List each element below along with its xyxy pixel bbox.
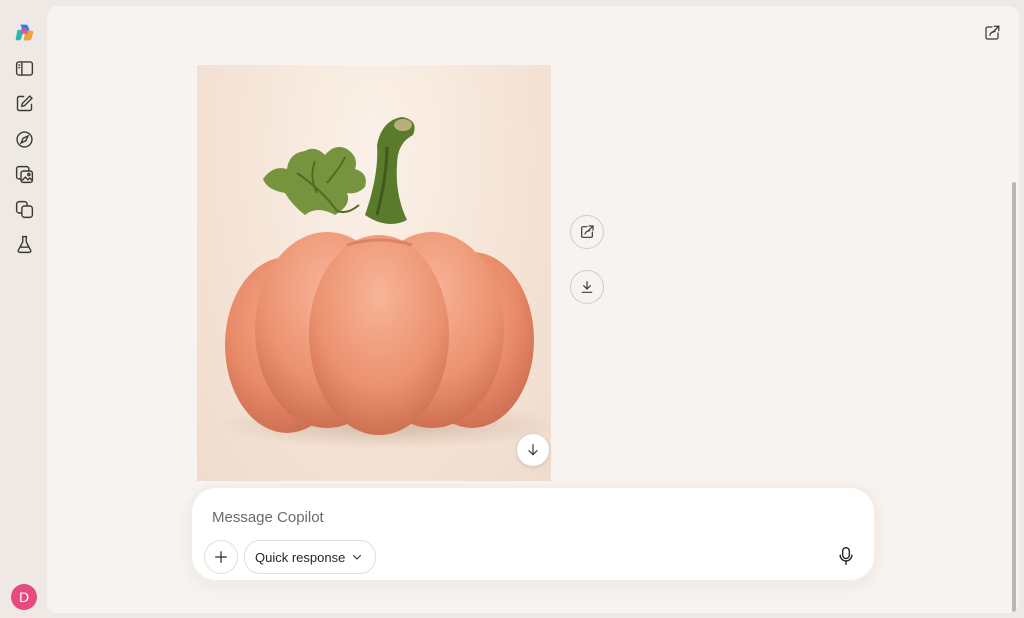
labs-icon[interactable] bbox=[9, 229, 39, 259]
images-icon[interactable] bbox=[9, 159, 39, 189]
chevron-down-icon bbox=[353, 555, 362, 560]
scrollbar[interactable] bbox=[1012, 182, 1016, 612]
scroll-to-bottom-button[interactable] bbox=[517, 434, 549, 466]
image-download-button[interactable] bbox=[570, 270, 604, 304]
download-icon bbox=[581, 281, 593, 293]
pumpkin-image bbox=[217, 117, 551, 449]
plus-icon bbox=[215, 551, 227, 563]
share-icon[interactable] bbox=[979, 20, 1005, 46]
response-mode-dropdown[interactable]: Quick response bbox=[244, 540, 377, 574]
add-attachment-button[interactable] bbox=[204, 540, 238, 574]
arrow-down-icon bbox=[528, 444, 538, 456]
avatar[interactable]: D bbox=[11, 584, 37, 610]
main-panel: Quick response bbox=[47, 6, 1019, 613]
microphone-icon bbox=[839, 546, 853, 566]
share-icon bbox=[581, 225, 594, 238]
copilot-logo-icon[interactable] bbox=[9, 17, 39, 47]
message-input[interactable] bbox=[210, 504, 814, 530]
new-chat-icon[interactable] bbox=[9, 88, 39, 118]
sidebar-toggle-icon[interactable] bbox=[9, 53, 39, 83]
response-mode-label: Quick response bbox=[255, 549, 346, 565]
image-share-button[interactable] bbox=[570, 215, 604, 249]
sidebar: D bbox=[0, 0, 47, 618]
pages-icon[interactable] bbox=[9, 194, 39, 224]
composer: Quick response bbox=[192, 488, 874, 580]
discover-icon[interactable] bbox=[9, 124, 39, 154]
generated-image[interactable] bbox=[197, 65, 551, 481]
microphone-button[interactable] bbox=[832, 542, 860, 570]
